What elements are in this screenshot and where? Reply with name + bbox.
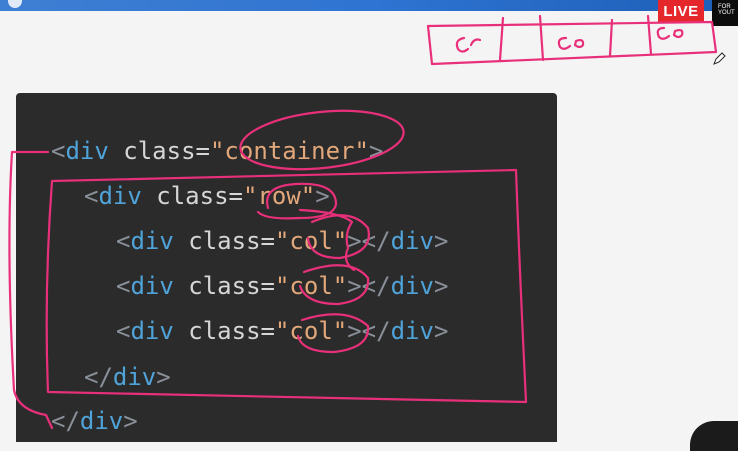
code-bracket: < <box>116 272 131 300</box>
code-bracket: </ <box>84 363 113 391</box>
code-attr: class <box>188 317 261 345</box>
code-line-1: <div class="container"> <box>51 136 383 166</box>
code-bracket: > <box>433 227 449 255</box>
live-badge: LIVE <box>658 0 704 22</box>
code-line-6: </div> <box>84 362 171 392</box>
code-tag-name: div <box>130 317 174 345</box>
code-bracket: </ <box>51 407 80 435</box>
code-bracket: ></ <box>347 272 391 300</box>
sketch-divider <box>538 14 545 62</box>
code-line-7: </div> <box>51 406 138 436</box>
sketch-letter <box>656 26 671 40</box>
sketch-divider <box>498 16 505 62</box>
logo-line-2: YOUT <box>718 10 735 16</box>
channel-logo: FOR YOUT <box>712 0 738 26</box>
code-attr: class <box>188 272 261 300</box>
code-attr: class <box>188 227 261 255</box>
code-string: "row" <box>242 182 316 210</box>
code-tag-name: div <box>390 272 434 300</box>
code-line-2: <div class="row"> <box>84 181 330 211</box>
code-equals: = <box>260 272 275 300</box>
code-editor-panel: <div class="container"> <div class="row"… <box>16 93 557 442</box>
code-bracket: > <box>433 272 449 300</box>
sketch-letter <box>455 36 470 53</box>
code-tag-name: div <box>79 407 124 435</box>
code-bracket: < <box>51 137 66 165</box>
code-tag-name: div <box>112 363 157 391</box>
code-string: "container" <box>209 137 369 165</box>
code-tag-name: div <box>130 272 174 300</box>
code-bracket: > <box>315 182 330 210</box>
code-equals: = <box>195 137 210 165</box>
code-equals: = <box>260 317 275 345</box>
code-tag-name: div <box>390 227 434 255</box>
code-string: "col" <box>274 317 348 345</box>
code-bracket: ></ <box>347 227 391 255</box>
sketch-divider <box>608 18 614 58</box>
sketch-letter <box>557 36 572 50</box>
pen-cursor-icon <box>713 52 726 65</box>
code-string: "col" <box>274 272 348 300</box>
code-tag-name: div <box>98 182 142 210</box>
code-tag-name: div <box>65 137 109 165</box>
app-icon <box>8 0 22 8</box>
code-tag-name: div <box>130 227 174 255</box>
code-attr: class <box>123 137 196 165</box>
code-bracket: > <box>123 407 138 435</box>
code-bracket: > <box>433 317 449 345</box>
code-string: "col" <box>274 227 348 255</box>
code-bracket: ></ <box>347 317 391 345</box>
code-bracket: > <box>368 137 384 165</box>
sketch-letter <box>469 38 482 47</box>
code-equals: = <box>228 182 243 210</box>
sketch-container-box <box>426 20 718 66</box>
code-tag-name: div <box>390 317 434 345</box>
code-equals: = <box>260 227 275 255</box>
code-attr: class <box>156 182 229 210</box>
code-line-3: <div class="col"></div> <box>116 226 448 256</box>
sketch-letter <box>672 29 684 39</box>
code-line-4: <div class="col"></div> <box>116 271 448 301</box>
presenter-avatar <box>690 421 738 451</box>
code-bracket: < <box>84 182 99 210</box>
code-bracket: < <box>116 227 131 255</box>
sketch-divider <box>646 14 653 56</box>
code-line-5: <div class="col"></div> <box>116 316 448 346</box>
top-bar <box>0 0 738 11</box>
code-bracket: < <box>116 317 131 345</box>
code-bracket: > <box>156 363 171 391</box>
sketch-letter <box>573 39 585 49</box>
